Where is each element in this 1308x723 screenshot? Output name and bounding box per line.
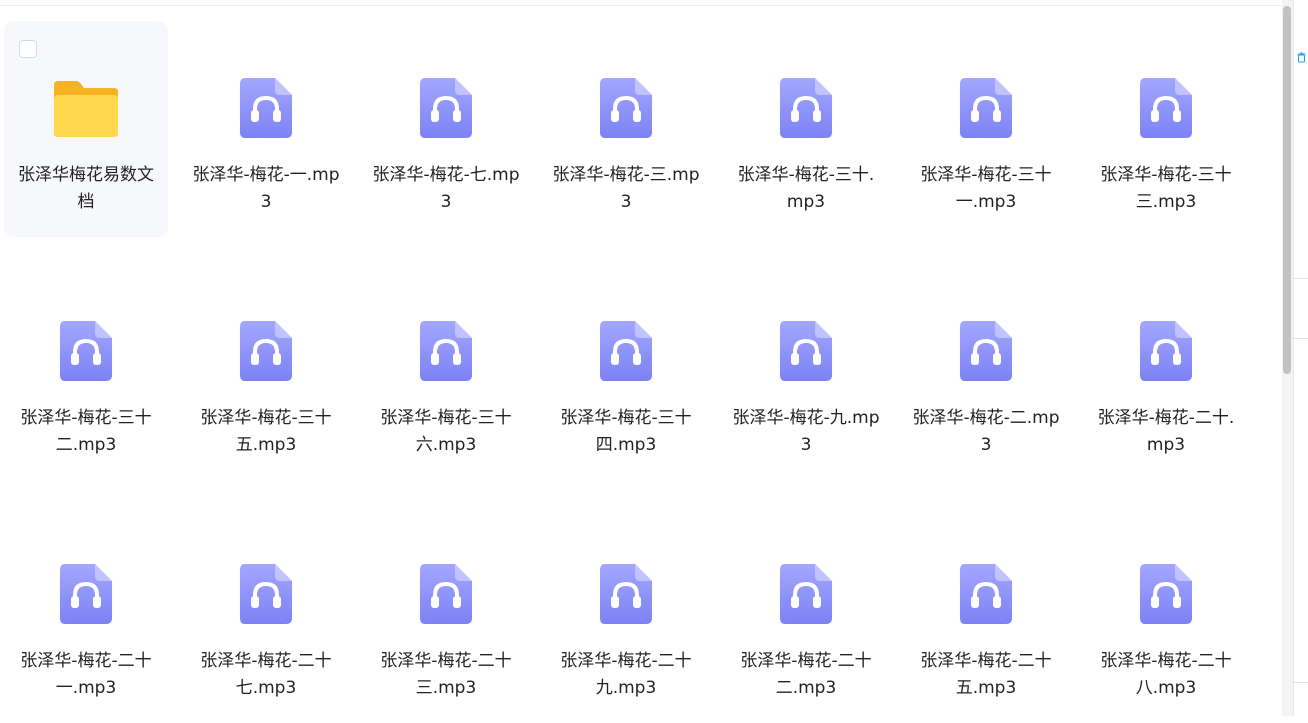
file-name: 张泽华-梅花-三十一.mp3 [920, 165, 1052, 212]
file-item[interactable]: 张泽华-梅花-二十.mp3 [1084, 264, 1248, 480]
file-name: 张泽华-梅花-三.mp3 [552, 165, 700, 212]
file-item[interactable]: 张泽华-梅花-二十七.mp3 [184, 507, 348, 723]
file-name: 张泽华-梅花-三十三.mp3 [1100, 165, 1232, 212]
file-item[interactable]: 张泽华-梅花-三十一.mp3 [904, 21, 1068, 237]
file-item[interactable]: 张泽华-梅花-三.mp3 [544, 21, 708, 237]
file-name: 张泽华-梅花-一.mp3 [192, 165, 340, 212]
file-item[interactable]: 张泽华-梅花-三十五.mp3 [184, 264, 348, 480]
trash-icon[interactable] [1297, 48, 1306, 63]
file-item[interactable]: 张泽华-梅花-三十四.mp3 [544, 264, 708, 480]
audio-file-icon [1132, 77, 1200, 139]
audio-file-icon [952, 563, 1020, 625]
file-name: 张泽华-梅花-七.mp3 [372, 165, 520, 212]
side-divider [1293, 338, 1308, 339]
audio-file-icon [412, 77, 480, 139]
file-name: 张泽华-梅花-三十六.mp3 [380, 408, 512, 455]
file-name: 张泽华-梅花-二十五.mp3 [920, 651, 1052, 698]
file-item[interactable]: 张泽华-梅花-九.mp3 [724, 264, 888, 480]
file-item[interactable]: 张泽华-梅花-二十三.mp3 [364, 507, 528, 723]
file-name: 张泽华-梅花-三十二.mp3 [20, 408, 152, 455]
audio-file-icon [1132, 563, 1200, 625]
file-item[interactable]: 张泽华-梅花-二十一.mp3 [4, 507, 168, 723]
file-name: 张泽华-梅花-三十四.mp3 [560, 408, 692, 455]
audio-file-icon [772, 77, 840, 139]
audio-file-icon [592, 320, 660, 382]
file-name: 张泽华-梅花-二十七.mp3 [200, 651, 332, 698]
file-item[interactable]: 张泽华-梅花-一.mp3 [184, 21, 348, 237]
file-name: 张泽华-梅花-二.mp3 [912, 408, 1060, 455]
audio-file-icon [232, 320, 300, 382]
file-name: 张泽华-梅花-二十八.mp3 [1100, 651, 1232, 698]
audio-file-icon [952, 320, 1020, 382]
file-item[interactable]: 张泽华-梅花-三十.mp3 [724, 21, 888, 237]
file-item[interactable]: 张泽华-梅花-二十二.mp3 [724, 507, 888, 723]
audio-file-icon [592, 77, 660, 139]
audio-file-icon [412, 320, 480, 382]
audio-file-icon [52, 320, 120, 382]
file-item[interactable]: 张泽华-梅花-七.mp3 [364, 21, 528, 237]
file-name: 张泽华-梅花-三十五.mp3 [200, 408, 332, 455]
audio-file-icon [232, 563, 300, 625]
file-name: 张泽华-梅花-二十三.mp3 [380, 651, 512, 698]
side-divider [1293, 278, 1308, 279]
folder-item[interactable]: 张泽华梅花易数文档 [4, 21, 168, 237]
file-item[interactable]: 张泽华-梅花-二.mp3 [904, 264, 1068, 480]
file-item[interactable]: 张泽华-梅花-二十五.mp3 [904, 507, 1068, 723]
audio-file-icon [412, 563, 480, 625]
file-name: 张泽华-梅花-三十.mp3 [737, 165, 875, 212]
file-item[interactable]: 张泽华-梅花-三十二.mp3 [4, 264, 168, 480]
file-item[interactable]: 张泽华-梅花-三十六.mp3 [364, 264, 528, 480]
file-grid: 张泽华梅花易数文档 张泽华-梅花-一.mp3 张泽华-梅花-七.mp3 张泽华-梅花-… [0, 0, 1282, 716]
select-checkbox[interactable] [19, 40, 37, 58]
side-panel [1293, 0, 1308, 716]
file-item[interactable]: 张泽华-梅花-二十八.mp3 [1084, 507, 1248, 723]
audio-file-icon [1132, 320, 1200, 382]
file-name: 张泽华-梅花-二十二.mp3 [740, 651, 872, 698]
file-name: 张泽华梅花易数文档 [18, 165, 154, 212]
file-name: 张泽华-梅花-二十一.mp3 [20, 651, 152, 698]
audio-file-icon [772, 320, 840, 382]
file-item[interactable]: 张泽华-梅花-三十三.mp3 [1084, 21, 1248, 237]
audio-file-icon [592, 563, 660, 625]
folder-icon [52, 77, 120, 139]
file-name: 张泽华-梅花-二十九.mp3 [560, 651, 692, 698]
file-item[interactable]: 张泽华-梅花-二十九.mp3 [544, 507, 708, 723]
scrollbar-thumb[interactable] [1283, 6, 1291, 374]
audio-file-icon [52, 563, 120, 625]
file-name: 张泽华-梅花-九.mp3 [732, 408, 880, 455]
file-name: 张泽华-梅花-二十.mp3 [1097, 408, 1235, 455]
audio-file-icon [952, 77, 1020, 139]
audio-file-icon [232, 77, 300, 139]
side-divider [1293, 682, 1308, 683]
audio-file-icon [772, 563, 840, 625]
